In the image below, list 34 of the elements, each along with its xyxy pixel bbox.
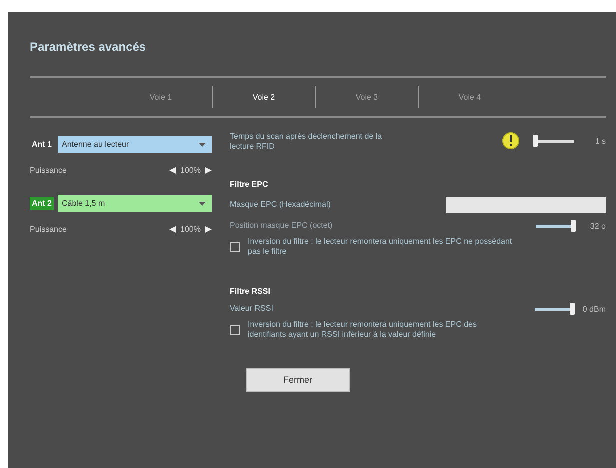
- checkbox[interactable]: [230, 242, 240, 252]
- decrease-button[interactable]: ◀: [170, 224, 177, 234]
- rssi-value: 0 dBm: [582, 304, 606, 314]
- slider-thumb[interactable]: [571, 220, 576, 232]
- mask-input-field[interactable]: [446, 197, 606, 213]
- increase-button[interactable]: ▶: [205, 165, 212, 175]
- slider-thumb[interactable]: [533, 134, 538, 146]
- antenna-dropdown[interactable]: Câble 1,5 m: [58, 195, 212, 212]
- power-value: 100%: [180, 224, 201, 234]
- position-value: 32 o: [589, 222, 606, 230]
- caret-icon: [199, 202, 206, 206]
- section-heading: Filtre RSSI: [230, 287, 272, 296]
- invert-filter-label: Inversion du filtre : le lecteur remontera uniquement les EPC des identifiants ayant un RSSI inférieur à la valeur définie: [248, 320, 478, 340]
- position-label: Position masque EPC (octet): [230, 221, 333, 231]
- section-heading: Filtre EPC: [230, 180, 270, 189]
- decrease-button[interactable]: ◀: [170, 165, 177, 175]
- power-label: Puissance: [30, 166, 67, 174]
- power-value: 100%: [180, 166, 201, 174]
- antenna-label: Ant 1: [31, 139, 53, 151]
- antenna-dropdown[interactable]: Antenne au lecteur: [58, 136, 212, 153]
- tab[interactable]: Voie 2: [213, 92, 315, 102]
- checkbox[interactable]: [230, 325, 240, 335]
- slider-thumb[interactable]: [570, 302, 575, 314]
- mask-label: Masque EPC (Hexadécimal): [230, 200, 331, 210]
- power-label: Puissance: [30, 224, 67, 234]
- caret-icon: [199, 142, 206, 146]
- invert-filter-label: Inversion du filtre : le lecteur remontera uniquement les EPC ne possédant pas le filtre: [248, 237, 513, 257]
- scan-time-value: 1 s: [594, 136, 606, 146]
- dialog-title: Paramètres avancés: [30, 40, 148, 54]
- increase-button[interactable]: ▶: [205, 224, 212, 234]
- close-button[interactable]: Fermer: [246, 368, 350, 392]
- rssi-label: Valeur RSSI: [230, 304, 274, 314]
- antenna-label: Ant 2: [30, 197, 54, 210]
- scan-time-label: Temps du scan après déclenchement de la lecture RFID: [230, 132, 384, 152]
